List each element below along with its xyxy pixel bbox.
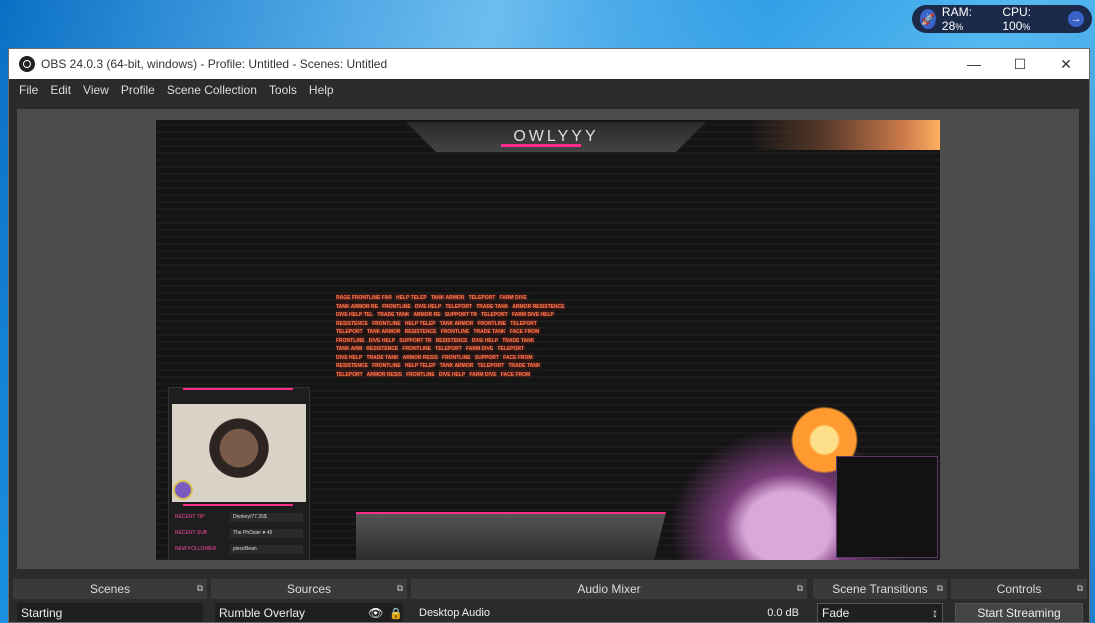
recent-sub-label: RECENT SUB — [175, 530, 208, 536]
audio-mixer-dock-title: Audio Mixer ⧉ — [411, 579, 807, 599]
cpu-usage: CPU: 100% — [1002, 5, 1062, 33]
sources-dock: Sources ⧉ Rumble Overlay 👁 🔒 — [211, 579, 407, 622]
start-streaming-button[interactable]: Start Streaming — [955, 603, 1083, 622]
menu-bar: File Edit View Profile Scene Collection … — [9, 79, 1089, 101]
cpu-unit: % — [1022, 22, 1031, 32]
mixer-track-name: Desktop Audio — [419, 607, 490, 619]
recent-sub-value: The PhOsier ♥ 45 — [230, 528, 303, 538]
window-title: OBS 24.0.3 (64-bit, windows) - Profile: … — [41, 57, 388, 71]
rocket-icon: 🚀 — [920, 9, 936, 29]
source-item-label: Rumble Overlay — [219, 606, 306, 620]
menu-profile[interactable]: Profile — [115, 83, 161, 97]
source-item-rumble-overlay[interactable]: Rumble Overlay 👁 🔒 — [215, 603, 403, 622]
recent-tip-value: Donkey/77.35$ — [230, 512, 303, 522]
dock-row: Scenes ⧉ Starting Sources ⧉ Rumble Overl… — [9, 579, 1089, 622]
controls-dock: Controls ⧉ Start Streaming — [951, 579, 1087, 622]
menu-view[interactable]: View — [77, 83, 115, 97]
menu-edit[interactable]: Edit — [44, 83, 77, 97]
controls-dock-title: Controls ⧉ — [951, 579, 1087, 599]
avatar — [173, 480, 193, 500]
obs-logo-icon — [19, 56, 35, 72]
bottom-bar-art — [356, 512, 666, 560]
new-follower-value: pieceBean — [230, 544, 303, 554]
scene-item-starting[interactable]: Starting — [17, 603, 203, 622]
mixer-track-desktop-audio: Desktop Audio 0.0 dB — [415, 603, 803, 622]
starting-text-art: RAGE FRONTLINE FAR HELP TELEP TANK ARMOR… — [336, 295, 565, 378]
audio-mixer-dock: Audio Mixer ⧉ Desktop Audio 0.0 dB — [411, 579, 807, 622]
stream-preview-canvas[interactable]: OWLYYY RAGE FRONTLINE FAR HELP TELEP TAN… — [156, 120, 940, 560]
recent-tip-row: RECENT TIP Donkey/77.35$ — [175, 512, 303, 522]
banner-underline — [501, 144, 581, 147]
new-follower-label: NEW FOLLOWER — [175, 546, 217, 552]
scene-transitions-dock: Scene Transitions ⧉ Fade ↕ — [813, 579, 947, 622]
minimize-button[interactable]: — — [951, 49, 997, 79]
close-button[interactable]: ✕ — [1043, 49, 1089, 79]
scene-transitions-dock-title: Scene Transitions ⧉ — [813, 579, 947, 599]
menu-help[interactable]: Help — [303, 83, 340, 97]
scene-transitions-title: Scene Transitions — [832, 582, 928, 596]
menu-scene-collection[interactable]: Scene Collection — [161, 83, 263, 97]
start-streaming-label: Start Streaming — [977, 606, 1061, 620]
recent-sub-row: RECENT SUB The PhOsier ♥ 45 — [175, 528, 303, 538]
menu-tools[interactable]: Tools — [263, 83, 303, 97]
mixer-track-level: 0.0 dB — [767, 607, 799, 619]
ram-unit: % — [955, 22, 964, 32]
obs-window: OBS 24.0.3 (64-bit, windows) - Profile: … — [8, 48, 1090, 623]
sources-dock-title: Sources ⧉ — [211, 579, 407, 599]
scenes-dock-title: Scenes ⧉ — [13, 579, 207, 599]
webcam-frame: RECENT TIP Donkey/77.35$ RECENT SUB The … — [168, 387, 310, 560]
sources-title: Sources — [286, 582, 332, 596]
float-icon[interactable]: ⧉ — [197, 583, 203, 594]
menu-file[interactable]: File — [13, 83, 44, 97]
arrow-right-icon[interactable]: → — [1068, 11, 1084, 27]
float-icon[interactable]: ⧉ — [397, 583, 403, 594]
new-follower-row: NEW FOLLOWER pieceBean — [175, 544, 303, 554]
transition-select[interactable]: Fade ↕ — [817, 603, 943, 622]
float-icon[interactable]: ⧉ — [1077, 583, 1083, 594]
scenes-title: Scenes — [89, 582, 131, 596]
webcam-accent-bottom — [183, 504, 293, 506]
preview-area[interactable]: OWLYYY RAGE FRONTLINE FAR HELP TELEP TAN… — [17, 109, 1079, 569]
system-monitor-widget: 🚀 RAM: 28% CPU: 100% → — [912, 5, 1092, 33]
corner-art — [750, 120, 940, 150]
transition-select-value: Fade — [822, 606, 850, 620]
overlay-banner: OWLYYY — [406, 122, 706, 152]
ram-usage: RAM: 28% — [942, 5, 996, 33]
controls-title: Controls — [996, 582, 1042, 596]
audio-mixer-title: Audio Mixer — [577, 582, 641, 596]
float-icon[interactable]: ⧉ — [797, 583, 803, 594]
eye-icon[interactable]: 👁 — [368, 606, 383, 620]
title-bar[interactable]: OBS 24.0.3 (64-bit, windows) - Profile: … — [9, 49, 1089, 79]
float-icon[interactable]: ⧉ — [937, 583, 943, 594]
webcam-accent-top — [183, 388, 293, 390]
lock-icon[interactable]: 🔒 — [389, 607, 403, 620]
spinner-icon[interactable]: ↕ — [932, 606, 938, 620]
recent-tip-label: RECENT TIP — [175, 514, 205, 520]
scene-item-label: Starting — [21, 606, 63, 620]
maximize-button[interactable]: ☐ — [997, 49, 1043, 79]
scenes-dock: Scenes ⧉ Starting — [13, 579, 207, 622]
side-frame — [836, 456, 938, 558]
